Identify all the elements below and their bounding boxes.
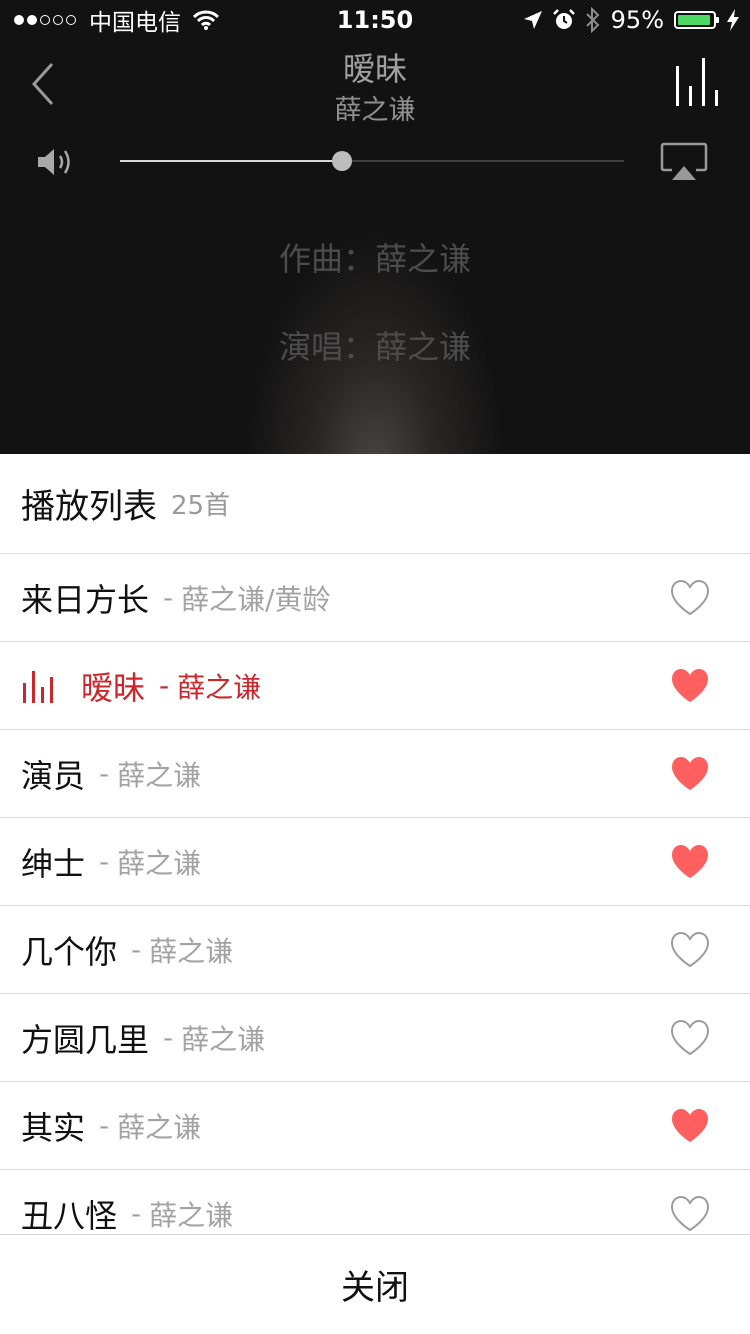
song-artist: 薛之谦 (117, 758, 202, 792)
song-title: 方圆几里 (21, 1020, 150, 1059)
song-title: 绅士 (21, 844, 86, 883)
playlist-panel: 播放列表 25首 来日方长 - 薛之谦/黄龄 暧昧 - 薛之谦 演员 - 薛之谦 绅士 - 薛之谦 几个… (0, 454, 750, 1234)
song-separator: - (99, 845, 110, 878)
airplay-button[interactable] (660, 142, 708, 182)
charging-bolt-icon (727, 9, 739, 31)
heart-filled-icon[interactable] (670, 843, 710, 881)
heart-outline-icon[interactable] (670, 1195, 710, 1233)
volume-icon (38, 149, 70, 175)
song-artist: 薛之谦 (117, 846, 202, 880)
battery-percent: 95% (610, 6, 664, 34)
carrier-name: 中国电信 (89, 10, 181, 36)
song-title: 其实 (21, 1108, 86, 1147)
song-artist: 薛之谦 (177, 670, 262, 704)
equalizer-button[interactable] (672, 56, 722, 108)
song-artist: 薛之谦 (149, 1198, 234, 1232)
playlist-count: 25首 (171, 491, 231, 521)
volume-fill (120, 160, 342, 162)
song-separator: - (99, 757, 110, 790)
status-bar-right: 95% (513, 0, 740, 40)
signal-dot (27, 15, 37, 25)
heart-outline-icon[interactable] (670, 931, 710, 969)
signal-dot (53, 15, 63, 25)
playlist-header: 播放列表 25首 (0, 454, 750, 554)
song-separator: - (99, 1109, 110, 1142)
song-separator: - (163, 1021, 174, 1054)
playlist-song-row[interactable]: 绅士 - 薛之谦 (0, 818, 750, 906)
playlist-song-row[interactable]: 方圆几里 - 薛之谦 (0, 994, 750, 1082)
song-separator: - (131, 1197, 142, 1230)
song-separator: - (163, 581, 174, 614)
status-bar-left: 中国电信 (14, 0, 219, 40)
heart-outline-icon[interactable] (670, 1019, 710, 1057)
playlist-song-row[interactable]: 来日方长 - 薛之谦/黄龄 (0, 554, 750, 642)
signal-dot (14, 15, 24, 25)
location-arrow-icon (523, 11, 542, 29)
playlist-song-row[interactable]: 几个你 - 薛之谦 (0, 906, 750, 994)
signal-strength-icon (14, 15, 79, 25)
playlist-song-row[interactable]: 演员 - 薛之谦 (0, 730, 750, 818)
song-list: 来日方长 - 薛之谦/黄龄 暧昧 - 薛之谦 演员 - 薛之谦 绅士 - 薛之谦 几个你 - 薛之谦 方圆几里… (0, 554, 750, 1234)
lyric-line: 作曲：薛之谦 (278, 240, 471, 278)
now-playing-artist: 薛之谦 (334, 95, 416, 126)
playlist-song-row[interactable]: 其实 - 薛之谦 (0, 1082, 750, 1170)
song-artist: 薛之谦 (149, 934, 234, 968)
alarm-icon (552, 9, 575, 29)
now-playing-bars-icon (23, 670, 53, 703)
volume-thumb[interactable] (331, 151, 352, 171)
status-bar: 中国电信 11:50 95% (0, 0, 750, 40)
signal-dot (40, 15, 50, 25)
song-artist: 薛之谦 (117, 1110, 202, 1144)
playlist-title: 播放列表 (21, 487, 157, 527)
heart-filled-icon[interactable] (670, 755, 710, 793)
player-header: 中国电信 11:50 95% 暧昧 薛之谦 作曲：薛之谦 演唱：薛之谦 (0, 0, 750, 454)
song-title: 暧昧 (81, 668, 146, 707)
wifi-icon (193, 10, 219, 30)
song-title: 演员 (21, 756, 86, 795)
battery-level-fill (678, 15, 711, 25)
heart-filled-icon[interactable] (670, 1107, 710, 1145)
song-artist: 薛之谦/黄龄 (181, 582, 331, 616)
heart-filled-icon[interactable] (670, 667, 710, 705)
song-artist: 薛之谦 (181, 1022, 266, 1056)
song-title: 几个你 (21, 932, 118, 971)
heart-outline-icon[interactable] (670, 579, 710, 617)
song-title: 丑八怪 (21, 1196, 118, 1235)
bluetooth-icon (585, 7, 600, 33)
close-button[interactable]: 关闭 (0, 1234, 750, 1334)
playlist-song-row[interactable]: 暧昧 - 薛之谦 (0, 642, 750, 730)
lyric-line: 演唱：薛之谦 (278, 328, 471, 366)
battery-icon (674, 11, 719, 29)
song-title: 来日方长 (21, 580, 150, 619)
now-playing-title: 暧昧 (342, 50, 407, 88)
playlist-song-row[interactable]: 丑八怪 - 薛之谦 (0, 1170, 750, 1234)
song-separator: - (159, 669, 170, 702)
song-separator: - (131, 933, 142, 966)
volume-slider[interactable] (120, 150, 624, 172)
signal-dot (66, 15, 76, 25)
back-button[interactable] (28, 60, 60, 108)
